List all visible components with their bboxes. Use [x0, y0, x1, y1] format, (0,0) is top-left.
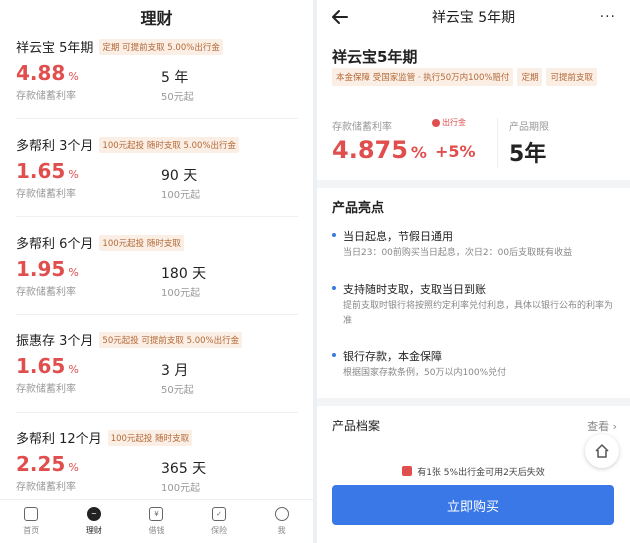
home-icon	[595, 444, 609, 458]
product-card[interactable]: 多帮利 12个月 100元起投 随时支取 2.25% 存款储蓄利率 365 天 …	[16, 428, 298, 498]
product-name: 多帮利 6个月	[16, 237, 94, 252]
product-rate: 1.65	[16, 354, 66, 378]
back-arrow-icon[interactable]	[329, 6, 351, 28]
divider	[16, 314, 298, 315]
user-icon	[274, 507, 289, 521]
product-rate: 1.65	[16, 159, 66, 183]
buy-now-button[interactable]: 立即购买	[332, 485, 614, 525]
product-tag: 100元起投 随时支取	[107, 429, 193, 446]
deposit-rate: 4.875	[332, 136, 408, 164]
detail-header: 祥云宝 5年期 ···	[317, 0, 630, 34]
bonus-rate: +5%	[435, 142, 476, 161]
product-detail-panel: 祥云宝 5年期 ··· 祥云宝5年期 本金保障 受国家监管 · 执行50万内10…	[317, 0, 630, 543]
guarantee-tag: 本金保障 受国家监管 · 执行50万内100%赔付	[332, 68, 514, 86]
more-icon[interactable]: ···	[600, 10, 616, 24]
product-term: 365 天	[161, 461, 207, 477]
product-tags: 本金保障 受国家监管 · 执行50万内100%赔付 定期 可提前支取	[332, 68, 622, 86]
product-term: 90 天	[161, 168, 198, 184]
rate-label: 存款储蓄利率	[332, 122, 392, 133]
product-rate: 4.88	[16, 61, 66, 85]
product-min: 50元起	[161, 92, 194, 103]
bonus-icon	[432, 118, 440, 127]
product-min: 100元起	[161, 483, 201, 494]
bullet-icon	[332, 286, 336, 290]
bullet-icon	[332, 353, 336, 357]
bonus-tag: 出行金	[432, 117, 466, 128]
product-tag: 定期 可提前支取 5.00%出行金	[99, 38, 223, 55]
divider	[16, 412, 298, 413]
divider	[16, 216, 298, 217]
tab-borrow[interactable]: ¥ 借钱	[125, 500, 188, 543]
product-card[interactable]: 祥云宝 5年期 定期 可提前支取 5.00%出行金 4.88% 存款储蓄利率 5…	[16, 37, 298, 107]
highlight-item: 当日起息，节假日通用 当日23：00前购买当日起息，次日2：00后支取既有收益	[332, 228, 622, 268]
product-term: 5 年	[161, 70, 189, 86]
coupon-notice: 有1张 5%出行金可用2天后失效	[317, 460, 630, 482]
product-card[interactable]: 多帮利 3个月 100元起投 随时支取 5.00%出行金 1.65% 存款储蓄利…	[16, 135, 298, 205]
detail-title: 祥云宝 5年期	[431, 10, 516, 26]
coupon-icon	[402, 466, 413, 476]
term-label: 产品期限	[509, 122, 549, 133]
product-tag: 100元起投 随时支取 5.00%出行金	[99, 136, 240, 153]
bullet-icon	[332, 233, 336, 237]
product-rate: 1.95	[16, 257, 66, 281]
product-min: 100元起	[161, 190, 201, 201]
product-rate: 2.25	[16, 452, 66, 476]
highlight-item: 支持随时支取，支取当日到账 提前支取时银行将按照约定利率兑付利息，具体以银行公布…	[332, 281, 622, 336]
product-name: 多帮利 12个月	[16, 432, 102, 447]
rate-label: 存款储蓄利率	[16, 91, 76, 102]
home-icon	[24, 507, 39, 521]
tab-home[interactable]: 首页	[0, 500, 63, 543]
rate-label: 存款储蓄利率	[16, 482, 76, 493]
product-term-value: 5年	[509, 142, 547, 167]
tab-wealth[interactable]: ~ 理财	[63, 500, 126, 543]
shield-icon: ✓	[212, 507, 227, 521]
tab-insurance[interactable]: ✓ 保险	[188, 500, 251, 543]
product-name: 祥云宝 5年期	[16, 41, 94, 56]
divider	[16, 118, 298, 119]
early-withdraw-tag: 可提前支取	[546, 68, 597, 86]
product-name: 多帮利 3个月	[16, 139, 94, 154]
view-archive-link[interactable]: 查看 ›	[587, 418, 617, 434]
fixed-term-tag: 定期	[517, 68, 543, 86]
product-card[interactable]: 多帮利 6个月 100元起投 随时支取 1.95% 存款储蓄利率 180 天 1…	[16, 233, 298, 303]
bottom-tab-bar: 首页 ~ 理财 ¥ 借钱 ✓ 保险 我	[0, 499, 313, 543]
archive-label: 产品档案	[332, 419, 381, 433]
product-min: 50元起	[161, 385, 194, 396]
product-tag: 50元起投 可提前支取 5.00%出行金	[99, 331, 243, 348]
rate-label: 存款储蓄利率	[16, 384, 76, 395]
product-name: 振惠存 3个月	[16, 334, 94, 349]
highlight-item: 银行存款，本金保障 根据国家存款条例，50万以内100%兑付	[332, 348, 622, 388]
yuan-icon: ¥	[149, 507, 164, 521]
product-term: 3 月	[161, 363, 189, 379]
product-title: 祥云宝5年期	[332, 48, 418, 66]
stat-divider	[497, 118, 498, 168]
product-min: 100元起	[161, 288, 201, 299]
product-archive-row[interactable]: 产品档案 查看 ›	[332, 417, 617, 434]
section-band	[317, 180, 630, 188]
product-term: 180 天	[161, 266, 207, 282]
product-tag: 100元起投 随时支取	[99, 234, 184, 251]
highlights-title: 产品亮点	[332, 201, 385, 216]
rate-label: 存款储蓄利率	[16, 287, 76, 298]
section-band	[317, 398, 630, 406]
wealth-icon: ~	[86, 507, 101, 521]
product-list-panel: 理财 祥云宝 5年期 定期 可提前支取 5.00%出行金 4.88% 存款储蓄利…	[0, 0, 313, 543]
tab-me[interactable]: 我	[250, 500, 313, 543]
product-card[interactable]: 振惠存 3个月 50元起投 可提前支取 5.00%出行金 1.65% 存款储蓄利…	[16, 330, 298, 400]
page-title: 理财	[140, 9, 173, 28]
rate-label: 存款储蓄利率	[16, 189, 76, 200]
